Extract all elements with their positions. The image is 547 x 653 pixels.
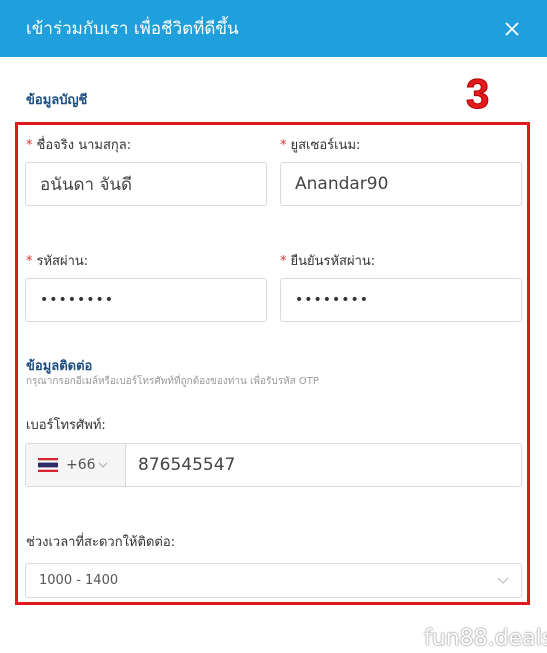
username-value: Anandar90 bbox=[295, 174, 389, 194]
password-input[interactable]: •••••••• bbox=[25, 278, 267, 322]
contact-time-select[interactable]: 1000 - 1400 bbox=[25, 563, 522, 598]
close-icon[interactable] bbox=[501, 18, 523, 40]
contact-section-title: ข้อมูลติดต่อ bbox=[26, 359, 93, 374]
password-value: •••••••• bbox=[40, 292, 115, 308]
watermark: fun88.deals bbox=[424, 626, 547, 651]
modal-title: เข้าร่วมกับเรา เพื่อชีวิตที่ดีขึ้น bbox=[26, 19, 239, 39]
account-section-title: ข้อมูลบัญชี bbox=[26, 93, 88, 108]
confirm-password-label: * ยืนยันรหัสผ่าน: bbox=[280, 250, 375, 271]
username-label: * ยูสเซอร์เนม: bbox=[280, 134, 360, 155]
password-label-text: รหัสผ่าน: bbox=[36, 254, 89, 269]
full-name-input[interactable]: อนันดา จันดี bbox=[25, 162, 267, 206]
phone-field: +66 876545547 bbox=[25, 443, 522, 487]
required-mark: * bbox=[26, 138, 33, 153]
thailand-flag-icon bbox=[38, 458, 58, 472]
country-code: +66 bbox=[66, 457, 96, 473]
country-code-selector[interactable]: +66 bbox=[26, 444, 126, 486]
modal-header: เข้าร่วมกับเรา เพื่อชีวิตที่ดีขึ้น bbox=[0, 0, 547, 57]
password-label: * รหัสผ่าน: bbox=[26, 250, 88, 271]
confirm-password-value: •••••••• bbox=[295, 292, 370, 308]
required-mark: * bbox=[280, 254, 287, 269]
contact-time-label: ช่วงเวลาที่สะดวกให้ติดต่อ: bbox=[26, 535, 176, 550]
required-mark: * bbox=[280, 138, 287, 153]
step-number: 3 bbox=[465, 70, 490, 118]
full-name-value: อนันดา จันดี bbox=[40, 174, 133, 195]
chevron-down-icon bbox=[497, 577, 509, 584]
username-label-text: ยูสเซอร์เนม: bbox=[290, 138, 361, 153]
full-name-label: * ชื่อจริง นามสกุล: bbox=[26, 134, 131, 155]
contact-section-subtitle: กรุณากรอกอีเมล์หรือเบอร์โทรศัพท์ที่ถูกต้… bbox=[26, 376, 319, 387]
chevron-down-icon bbox=[98, 462, 107, 468]
required-mark: * bbox=[26, 254, 33, 269]
contact-time-value: 1000 - 1400 bbox=[39, 573, 119, 588]
phone-value: 876545547 bbox=[138, 455, 236, 475]
full-name-label-text: ชื่อจริง นามสกุล: bbox=[36, 138, 132, 153]
phone-input[interactable]: 876545547 bbox=[126, 444, 521, 486]
confirm-password-input[interactable]: •••••••• bbox=[280, 278, 522, 322]
confirm-password-label-text: ยืนยันรหัสผ่าน: bbox=[290, 254, 376, 269]
username-input[interactable]: Anandar90 bbox=[280, 162, 522, 206]
phone-label: เบอร์โทรศัพท์: bbox=[26, 418, 106, 433]
